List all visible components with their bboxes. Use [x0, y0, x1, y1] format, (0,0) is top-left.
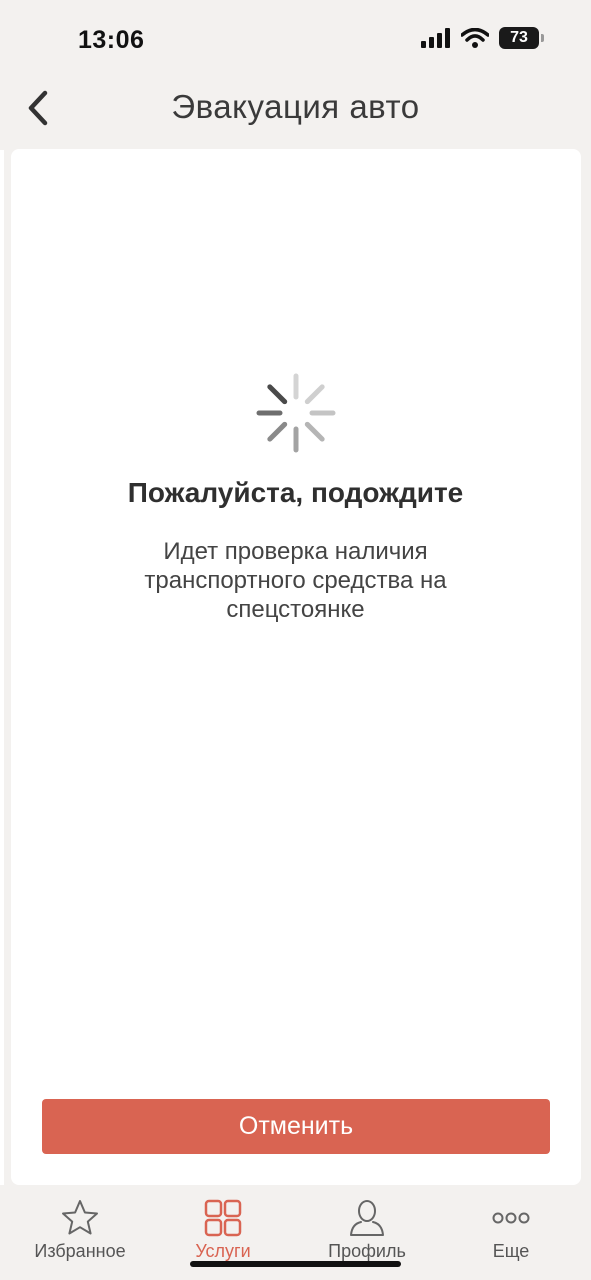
tab-favorites[interactable]: Избранное — [6, 1188, 154, 1280]
grid-icon — [204, 1199, 242, 1237]
more-icon — [492, 1212, 530, 1224]
cellular-signal-icon — [421, 28, 450, 48]
tab-more[interactable]: Еще — [437, 1188, 585, 1280]
loading-message: Идет проверка наличия транспортного сред… — [95, 537, 496, 624]
previous-card-edge — [0, 150, 4, 1185]
star-icon — [62, 1200, 98, 1235]
tab-label: Еще — [492, 1241, 530, 1261]
cancel-button[interactable]: Отменить — [42, 1099, 550, 1154]
tab-label: Услуги — [195, 1241, 251, 1261]
wifi-icon — [461, 28, 489, 48]
battery-level: 73 — [510, 29, 528, 46]
status-bar: 13:06 73 — [0, 0, 591, 80]
status-icons: 73 — [421, 27, 544, 49]
battery-icon: 73 — [499, 27, 544, 49]
loading-message-line: Идет проверка наличия — [163, 538, 428, 565]
content-card — [11, 149, 581, 1185]
tab-label: Избранное — [34, 1241, 126, 1261]
loading-message-line: транспортного средства на — [144, 567, 447, 594]
nav-bar: Эвакуация авто — [0, 80, 591, 140]
person-icon — [350, 1200, 384, 1236]
loading-spinner-icon — [256, 373, 336, 453]
home-indicator — [190, 1261, 401, 1267]
loading-message-line: спецстоянке — [226, 596, 365, 623]
page-title: Эвакуация авто — [171, 88, 420, 125]
tab-label: Профиль — [328, 1241, 406, 1261]
status-time: 13:06 — [78, 26, 145, 54]
loading-title: Пожалуйста, подождите — [127, 477, 464, 508]
